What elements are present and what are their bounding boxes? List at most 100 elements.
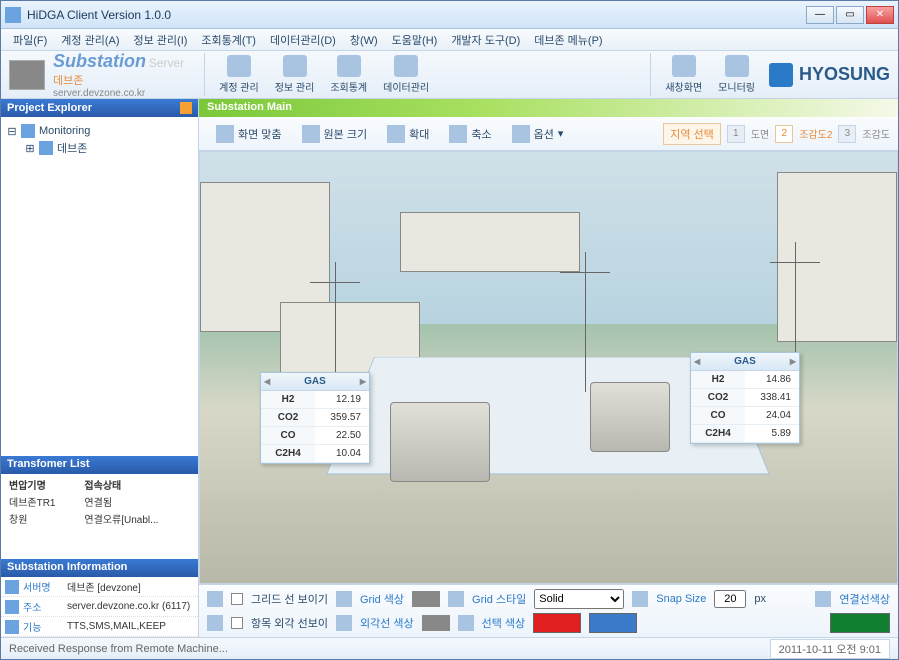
zoom-in-icon	[387, 125, 405, 143]
menu-data[interactable]: 데이터관리(D)	[264, 30, 342, 50]
region-select[interactable]: 지역 선택	[663, 123, 721, 145]
outline-color-link[interactable]: 외각선 색상	[360, 615, 414, 631]
save-icon	[394, 55, 418, 77]
gas-panel-1[interactable]: ◀GAS▶ H212.19 CO2359.57 CO22.50 C2H410.0…	[260, 372, 370, 464]
close-button[interactable]: ✕	[866, 6, 894, 24]
tb-data-label: 데이터관리	[383, 79, 429, 94]
substation-info-header: Substation Information	[1, 559, 198, 577]
tree-node-devzone[interactable]: ⊞ 데브존	[25, 139, 192, 157]
conn-color-swatch[interactable]	[830, 613, 890, 633]
tb-monitoring[interactable]: 모니터링	[712, 53, 761, 96]
view-tab-2[interactable]: 2	[775, 125, 793, 143]
chevron-left-icon[interactable]: ◀	[264, 377, 270, 386]
btn-fit-screen[interactable]: 화면 맞춤	[207, 121, 291, 147]
gas-panel-2[interactable]: ◀GAS▶ H214.86 CO2338.41 CO24.04 C2H45.89	[690, 352, 800, 444]
toolbar-group-right: 새창화면 모니터링	[650, 53, 769, 96]
bottom-options-bar: 그리드 선 보이기 Grid 색상 Grid 스타일 Solid Snap Si…	[199, 584, 898, 637]
gas-key: CO2	[691, 389, 745, 407]
grid-style-select[interactable]: Solid	[534, 589, 624, 609]
snap-size-input[interactable]	[714, 590, 746, 608]
table-row[interactable]: 창원 연결오류[Unabl...	[5, 510, 194, 527]
tb-new-window[interactable]: 새창화면	[659, 53, 708, 96]
table-header-row: 변압기명 접속상태	[5, 476, 194, 493]
td-name: 창원	[5, 510, 80, 527]
tb-data-manage[interactable]: 데이터관리	[377, 53, 435, 96]
bottom-row-1: 그리드 선 보이기 Grid 색상 Grid 스타일 Solid Snap Si…	[207, 589, 890, 609]
chevron-right-icon[interactable]: ▶	[360, 377, 366, 386]
select-color-link[interactable]: 선택 색상	[482, 615, 526, 631]
btn-original-size[interactable]: 원본 크기	[293, 121, 377, 147]
menu-stats[interactable]: 조회통계(T)	[195, 30, 262, 50]
transformer-equipment[interactable]	[590, 382, 670, 452]
menu-devzone[interactable]: 데브존 메뉴(P)	[528, 30, 608, 50]
substation-canvas[interactable]: ◀GAS▶ H212.19 CO2359.57 CO22.50 C2H410.0…	[199, 151, 898, 584]
tree-node-monitoring[interactable]: ⊟ Monitoring	[7, 123, 192, 139]
grid-color-link[interactable]: Grid 색상	[360, 591, 404, 607]
pin-icon[interactable]	[180, 102, 192, 114]
select-color-red[interactable]	[533, 613, 581, 633]
td-status: 연결오류[Unabl...	[80, 510, 194, 527]
menu-help[interactable]: 도움말(H)	[386, 30, 444, 50]
snap-icon	[632, 591, 648, 607]
conn-color-icon	[815, 591, 831, 607]
gas-key: CO	[261, 427, 315, 445]
gas-title: GAS	[304, 376, 326, 387]
btn-options[interactable]: 옵션 ▾	[503, 121, 573, 147]
select-color-blue[interactable]	[589, 613, 637, 633]
grid-color-icon	[336, 591, 352, 607]
table-row[interactable]: 데브존TR1 연결됨	[5, 493, 194, 510]
info-label: 주소	[23, 599, 63, 614]
btn-zoom-out[interactable]: 축소	[440, 121, 500, 147]
menu-file[interactable]: 파일(F)	[7, 30, 53, 50]
toolbar-group-left: 계정 관리 정보 관리 조회통계 데이터관리	[204, 53, 443, 96]
options-icon	[512, 125, 530, 143]
tree-label: Monitoring	[39, 125, 90, 137]
tb-monitoring-label: 모니터링	[718, 79, 755, 94]
minimize-button[interactable]: —	[806, 6, 834, 24]
btn-label: 옵션	[534, 126, 554, 142]
gas-panel-header: ◀ GAS ▶	[261, 373, 369, 391]
main-panel: Substation Main 화면 맞춤 원본 크기 확대 축소 옵션 ▾ 지…	[199, 99, 898, 637]
gas-key: H2	[261, 391, 315, 409]
grid-style-label: Grid 스타일	[472, 591, 526, 607]
tb-newwin-label: 새창화면	[665, 79, 702, 94]
gas-val: 10.04	[315, 445, 369, 463]
grid-icon	[302, 125, 320, 143]
th-status: 접속상태	[80, 476, 194, 493]
info-value: TTS,SMS,MAIL,KEEP	[67, 621, 194, 632]
transformer-equipment[interactable]	[390, 402, 490, 482]
outline-color-swatch[interactable]	[422, 615, 450, 631]
brand-sub2: server.devzone.co.kr	[53, 88, 184, 99]
th-name: 변압기명	[5, 476, 80, 493]
tb-info-manage[interactable]: 정보 관리	[269, 53, 321, 96]
tb-account-manage[interactable]: 계정 관리	[213, 53, 265, 96]
expand-icon[interactable]: ⊞	[25, 142, 35, 155]
menu-account[interactable]: 계정 관리(A)	[55, 30, 125, 50]
brand-text: Substation Server 데브존 server.devzone.co.…	[53, 51, 184, 99]
maximize-button[interactable]: ▭	[836, 6, 864, 24]
menubar: 파일(F) 계정 관리(A) 정보 관리(I) 조회통계(T) 데이터관리(D)…	[1, 29, 898, 51]
collapse-icon[interactable]: ⊟	[7, 125, 17, 138]
view-tab-3[interactable]: 3	[838, 125, 856, 143]
btn-zoom-in[interactable]: 확대	[378, 121, 438, 147]
app-window: HiDGA Client Version 1.0.0 — ▭ ✕ 파일(F) 계…	[0, 0, 899, 660]
monitor-icon	[725, 55, 749, 77]
server-icon	[5, 580, 19, 594]
view-tab-1[interactable]: 1	[727, 125, 745, 143]
grid-color-swatch[interactable]	[412, 591, 440, 607]
conn-color-link[interactable]: 연결선색상	[839, 591, 890, 607]
tb-stats[interactable]: 조회통계	[324, 53, 373, 96]
transformer-list: 변압기명 접속상태 데브존TR1 연결됨 창원 연결오류[Unabl...	[1, 474, 198, 559]
menu-devtools[interactable]: 개발자 도구(D)	[445, 30, 526, 50]
menu-info[interactable]: 정보 관리(I)	[128, 30, 194, 50]
outline-show-label: 항목 외각 선보이	[251, 615, 328, 631]
app-icon	[5, 7, 21, 23]
chevron-right-icon[interactable]: ▶	[790, 357, 796, 366]
tb-stats-label: 조회통계	[330, 79, 367, 94]
grid-show-checkbox[interactable]	[231, 593, 243, 605]
menu-window[interactable]: 창(W)	[344, 30, 384, 50]
chevron-left-icon[interactable]: ◀	[694, 357, 700, 366]
gas-val: 359.57	[315, 409, 369, 427]
outline-show-checkbox[interactable]	[231, 617, 243, 629]
view-tab-2-label: 조감도2	[799, 126, 832, 141]
